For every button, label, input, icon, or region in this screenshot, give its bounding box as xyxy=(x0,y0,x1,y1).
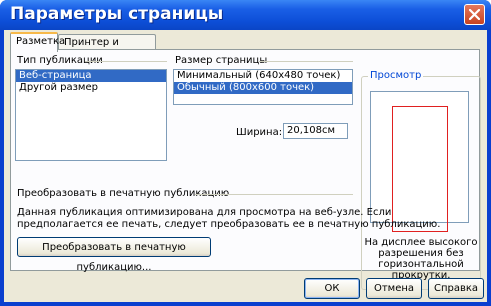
preview-description: На дисплее высокого разрешения без гориз… xyxy=(364,237,478,281)
dialog-window: Параметры страницы Разметка Принтер и бу… xyxy=(0,0,491,306)
tab-panel-layout: Тип публикации Веб-страница Другой разме… xyxy=(10,49,481,290)
preview-page xyxy=(370,91,469,232)
list-item-minimal[interactable]: Минимальный (640x480 точек) xyxy=(174,70,352,82)
title-bar[interactable]: Параметры страницы xyxy=(0,0,491,30)
convert-separator xyxy=(195,194,353,195)
dialog-client-area: Разметка Принтер и бумага Тип публикации… xyxy=(4,30,487,302)
list-item-other-size[interactable]: Другой размер xyxy=(16,82,166,94)
convert-text-line2: предполагается ее печать, следует преобр… xyxy=(17,219,441,230)
close-button[interactable] xyxy=(464,4,485,25)
page-size-separator xyxy=(259,61,353,62)
close-icon xyxy=(469,9,480,20)
convert-to-print-button[interactable]: Преобразовать в печатную публикацию... xyxy=(17,237,211,273)
ok-button[interactable]: ОК xyxy=(304,278,360,299)
publication-type-listbox[interactable]: Веб-страница Другой размер xyxy=(15,69,167,161)
preview-label: Просмотр xyxy=(368,70,424,81)
width-input[interactable]: 20,108см xyxy=(283,123,348,139)
ok-button-label: ОК xyxy=(324,283,340,294)
convert-text-line1: Данная публикация оптимизирована для про… xyxy=(17,207,392,218)
page-size-listbox[interactable]: Минимальный (640x480 точек) Обычный (800… xyxy=(173,69,353,105)
preview-content-frame xyxy=(392,106,448,232)
tab-layout[interactable]: Разметка xyxy=(10,32,65,52)
help-button-label: Справка xyxy=(433,283,479,294)
page-size-label: Размер страницы xyxy=(175,55,268,66)
convert-to-print-button-label: Преобразовать в печатную публикацию... xyxy=(42,242,186,273)
preview-group: Просмотр На дисплее высокого разрешения … xyxy=(361,70,481,290)
window-title: Параметры страницы xyxy=(10,4,224,24)
publication-type-separator xyxy=(85,61,167,62)
help-button[interactable]: Справка xyxy=(428,278,484,299)
list-item-normal[interactable]: Обычный (800x600 точек) xyxy=(174,82,352,94)
cancel-button[interactable]: Отмена xyxy=(366,278,422,299)
list-item-web-page[interactable]: Веб-страница xyxy=(16,70,166,82)
tab-printer-paper[interactable]: Принтер и бумага xyxy=(58,34,156,63)
cancel-button-label: Отмена xyxy=(373,283,415,294)
width-label: Ширина: xyxy=(236,127,283,138)
tab-layout-label: Разметка xyxy=(16,36,66,47)
